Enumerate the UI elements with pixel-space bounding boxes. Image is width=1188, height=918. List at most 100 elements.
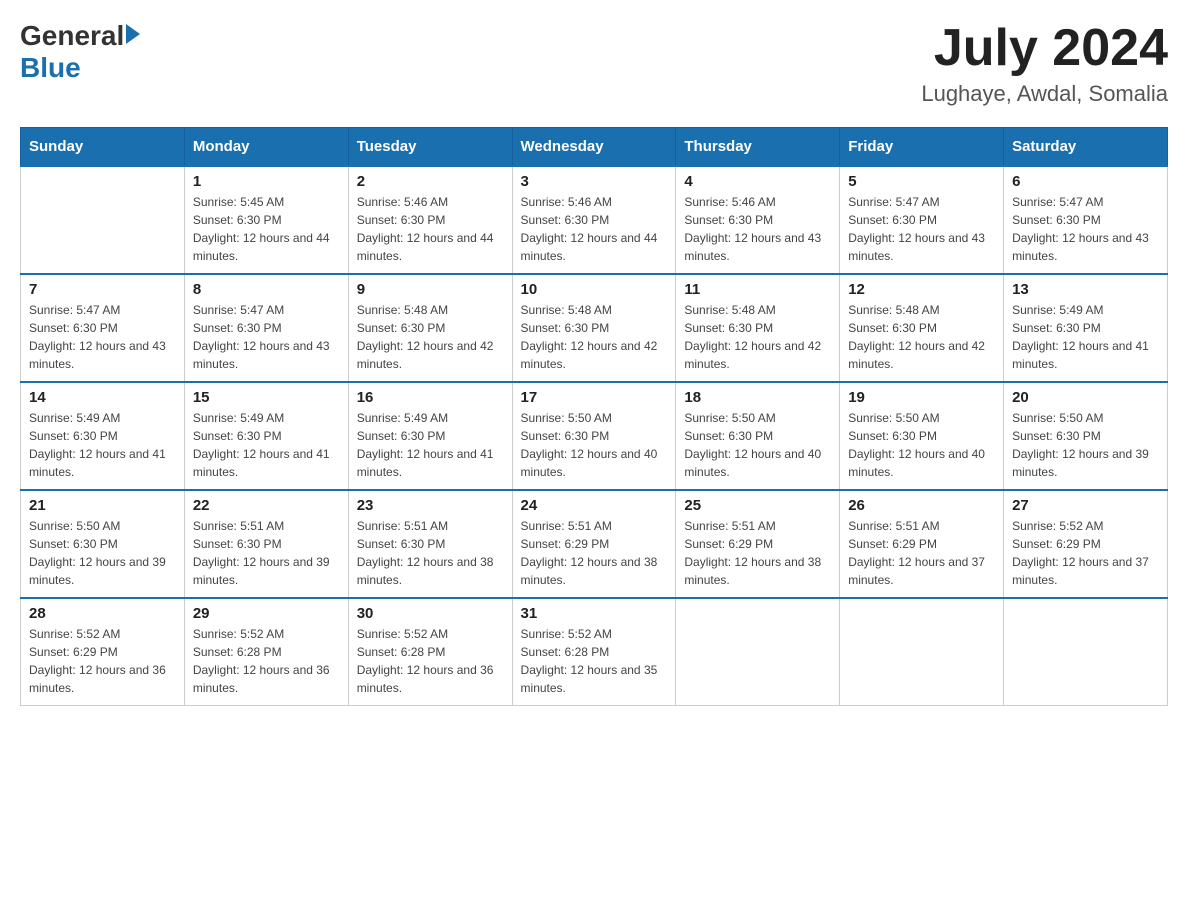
calendar-cell: 29 Sunrise: 5:52 AMSunset: 6:28 PMDayligh… [184, 598, 348, 706]
calendar-cell: 15 Sunrise: 5:49 AMSunset: 6:30 PMDayligh… [184, 382, 348, 490]
logo-arrow-icon [126, 24, 140, 44]
day-number: 11 [684, 281, 831, 298]
calendar-cell: 11 Sunrise: 5:48 AMSunset: 6:30 PMDayligh… [676, 274, 840, 382]
week-row-1: 1Sunrise: 5:45 AMSunset: 6:30 PMDaylight… [21, 166, 1168, 274]
calendar-cell [840, 598, 1004, 706]
day-number: 24 [521, 497, 668, 514]
day-number: 31 [521, 605, 668, 622]
calendar-cell [21, 166, 185, 274]
day-number: 5 [848, 173, 995, 190]
calendar-cell: 24 Sunrise: 5:51 AMSunset: 6:29 PMDayligh… [512, 490, 676, 598]
calendar-cell: 18 Sunrise: 5:50 AMSunset: 6:30 PMDayligh… [676, 382, 840, 490]
calendar-cell: 8Sunrise: 5:47 AMSunset: 6:30 PMDaylight… [184, 274, 348, 382]
calendar-cell: 19 Sunrise: 5:50 AMSunset: 6:30 PMDayligh… [840, 382, 1004, 490]
day-number: 27 [1012, 497, 1159, 514]
calendar-cell: 13 Sunrise: 5:49 AMSunset: 6:30 PMDayligh… [1004, 274, 1168, 382]
week-row-2: 7 Sunrise: 5:47 AMSunset: 6:30 PMDaylight… [21, 274, 1168, 382]
day-info: Sunrise: 5:47 AMSunset: 6:30 PMDaylight:… [29, 301, 176, 373]
day-info: Sunrise: 5:52 AMSunset: 6:28 PMDaylight:… [357, 625, 504, 697]
week-row-5: 28 Sunrise: 5:52 AMSunset: 6:29 PMDayligh… [21, 598, 1168, 706]
header-thursday: Thursday [676, 128, 840, 167]
week-row-3: 14 Sunrise: 5:49 AMSunset: 6:30 PMDayligh… [21, 382, 1168, 490]
day-info: Sunrise: 5:51 AMSunset: 6:30 PMDaylight:… [193, 517, 340, 589]
day-number: 22 [193, 497, 340, 514]
day-info: Sunrise: 5:52 AMSunset: 6:29 PMDaylight:… [1012, 517, 1159, 589]
day-info: Sunrise: 5:49 AMSunset: 6:30 PMDaylight:… [357, 409, 504, 481]
day-number: 12 [848, 281, 995, 298]
header-row: Sunday Monday Tuesday Wednesday Thursday… [21, 128, 1168, 167]
day-number: 9 [357, 281, 504, 298]
day-info: Sunrise: 5:49 AMSunset: 6:30 PMDaylight:… [1012, 301, 1159, 373]
day-info: Sunrise: 5:47 AMSunset: 6:30 PMDaylight:… [1012, 193, 1159, 265]
calendar-cell: 12Sunrise: 5:48 AMSunset: 6:30 PMDayligh… [840, 274, 1004, 382]
day-info: Sunrise: 5:50 AMSunset: 6:30 PMDaylight:… [521, 409, 668, 481]
day-number: 14 [29, 389, 176, 406]
calendar-cell: 9Sunrise: 5:48 AMSunset: 6:30 PMDaylight… [348, 274, 512, 382]
day-info: Sunrise: 5:50 AMSunset: 6:30 PMDaylight:… [684, 409, 831, 481]
calendar-cell: 31 Sunrise: 5:52 AMSunset: 6:28 PMDayligh… [512, 598, 676, 706]
calendar-cell: 2Sunrise: 5:46 AMSunset: 6:30 PMDaylight… [348, 166, 512, 274]
calendar-cell: 28 Sunrise: 5:52 AMSunset: 6:29 PMDayligh… [21, 598, 185, 706]
day-number: 2 [357, 173, 504, 190]
calendar-cell [1004, 598, 1168, 706]
calendar-cell: 26Sunrise: 5:51 AMSunset: 6:29 PMDayligh… [840, 490, 1004, 598]
calendar-cell: 30 Sunrise: 5:52 AMSunset: 6:28 PMDayligh… [348, 598, 512, 706]
day-number: 8 [193, 281, 340, 298]
header-sunday: Sunday [21, 128, 185, 167]
day-number: 28 [29, 605, 176, 622]
week-row-4: 21Sunrise: 5:50 AMSunset: 6:30 PMDayligh… [21, 490, 1168, 598]
day-info: Sunrise: 5:47 AMSunset: 6:30 PMDaylight:… [848, 193, 995, 265]
day-info: Sunrise: 5:51 AMSunset: 6:29 PMDaylight:… [521, 517, 668, 589]
day-info: Sunrise: 5:48 AMSunset: 6:30 PMDaylight:… [521, 301, 668, 373]
day-number: 15 [193, 389, 340, 406]
calendar-cell: 7 Sunrise: 5:47 AMSunset: 6:30 PMDaylight… [21, 274, 185, 382]
day-info: Sunrise: 5:49 AMSunset: 6:30 PMDaylight:… [193, 409, 340, 481]
calendar-cell: 21Sunrise: 5:50 AMSunset: 6:30 PMDayligh… [21, 490, 185, 598]
calendar-cell: 22 Sunrise: 5:51 AMSunset: 6:30 PMDayligh… [184, 490, 348, 598]
day-info: Sunrise: 5:51 AMSunset: 6:30 PMDaylight:… [357, 517, 504, 589]
day-info: Sunrise: 5:50 AMSunset: 6:30 PMDaylight:… [848, 409, 995, 481]
day-info: Sunrise: 5:52 AMSunset: 6:28 PMDaylight:… [193, 625, 340, 697]
day-info: Sunrise: 5:51 AMSunset: 6:29 PMDaylight:… [684, 517, 831, 589]
calendar-cell: 23 Sunrise: 5:51 AMSunset: 6:30 PMDayligh… [348, 490, 512, 598]
logo-general: General [20, 20, 124, 52]
day-number: 10 [521, 281, 668, 298]
header-monday: Monday [184, 128, 348, 167]
calendar-cell: 10 Sunrise: 5:48 AMSunset: 6:30 PMDayligh… [512, 274, 676, 382]
day-number: 23 [357, 497, 504, 514]
day-info: Sunrise: 5:46 AMSunset: 6:30 PMDaylight:… [521, 193, 668, 265]
day-info: Sunrise: 5:52 AMSunset: 6:28 PMDaylight:… [521, 625, 668, 697]
day-number: 13 [1012, 281, 1159, 298]
calendar-cell: 3 Sunrise: 5:46 AMSunset: 6:30 PMDaylight… [512, 166, 676, 274]
day-info: Sunrise: 5:46 AMSunset: 6:30 PMDaylight:… [684, 193, 831, 265]
day-info: Sunrise: 5:48 AMSunset: 6:30 PMDaylight:… [684, 301, 831, 373]
logo: General Blue [20, 20, 140, 84]
header-tuesday: Tuesday [348, 128, 512, 167]
calendar-cell: 14 Sunrise: 5:49 AMSunset: 6:30 PMDayligh… [21, 382, 185, 490]
calendar-cell: 17 Sunrise: 5:50 AMSunset: 6:30 PMDayligh… [512, 382, 676, 490]
calendar-table: Sunday Monday Tuesday Wednesday Thursday… [20, 127, 1168, 706]
day-number: 7 [29, 281, 176, 298]
day-number: 25 [684, 497, 831, 514]
day-number: 16 [357, 389, 504, 406]
day-number: 26 [848, 497, 995, 514]
day-number: 3 [521, 173, 668, 190]
calendar-cell: 5 Sunrise: 5:47 AMSunset: 6:30 PMDaylight… [840, 166, 1004, 274]
calendar-cell: 1Sunrise: 5:45 AMSunset: 6:30 PMDaylight… [184, 166, 348, 274]
day-number: 19 [848, 389, 995, 406]
day-number: 29 [193, 605, 340, 622]
day-number: 17 [521, 389, 668, 406]
day-info: Sunrise: 5:52 AMSunset: 6:29 PMDaylight:… [29, 625, 176, 697]
month-year-title: July 2024 [921, 20, 1168, 77]
calendar-cell: 4Sunrise: 5:46 AMSunset: 6:30 PMDaylight… [676, 166, 840, 274]
day-info: Sunrise: 5:49 AMSunset: 6:30 PMDaylight:… [29, 409, 176, 481]
page-header: General Blue July 2024 Lughaye, Awdal, S… [20, 20, 1168, 107]
header-friday: Friday [840, 128, 1004, 167]
day-number: 30 [357, 605, 504, 622]
logo-blue: Blue [20, 52, 140, 84]
day-info: Sunrise: 5:50 AMSunset: 6:30 PMDaylight:… [29, 517, 176, 589]
location-subtitle: Lughaye, Awdal, Somalia [921, 81, 1168, 107]
calendar-cell: 20Sunrise: 5:50 AMSunset: 6:30 PMDayligh… [1004, 382, 1168, 490]
calendar-cell: 27 Sunrise: 5:52 AMSunset: 6:29 PMDayligh… [1004, 490, 1168, 598]
day-number: 18 [684, 389, 831, 406]
